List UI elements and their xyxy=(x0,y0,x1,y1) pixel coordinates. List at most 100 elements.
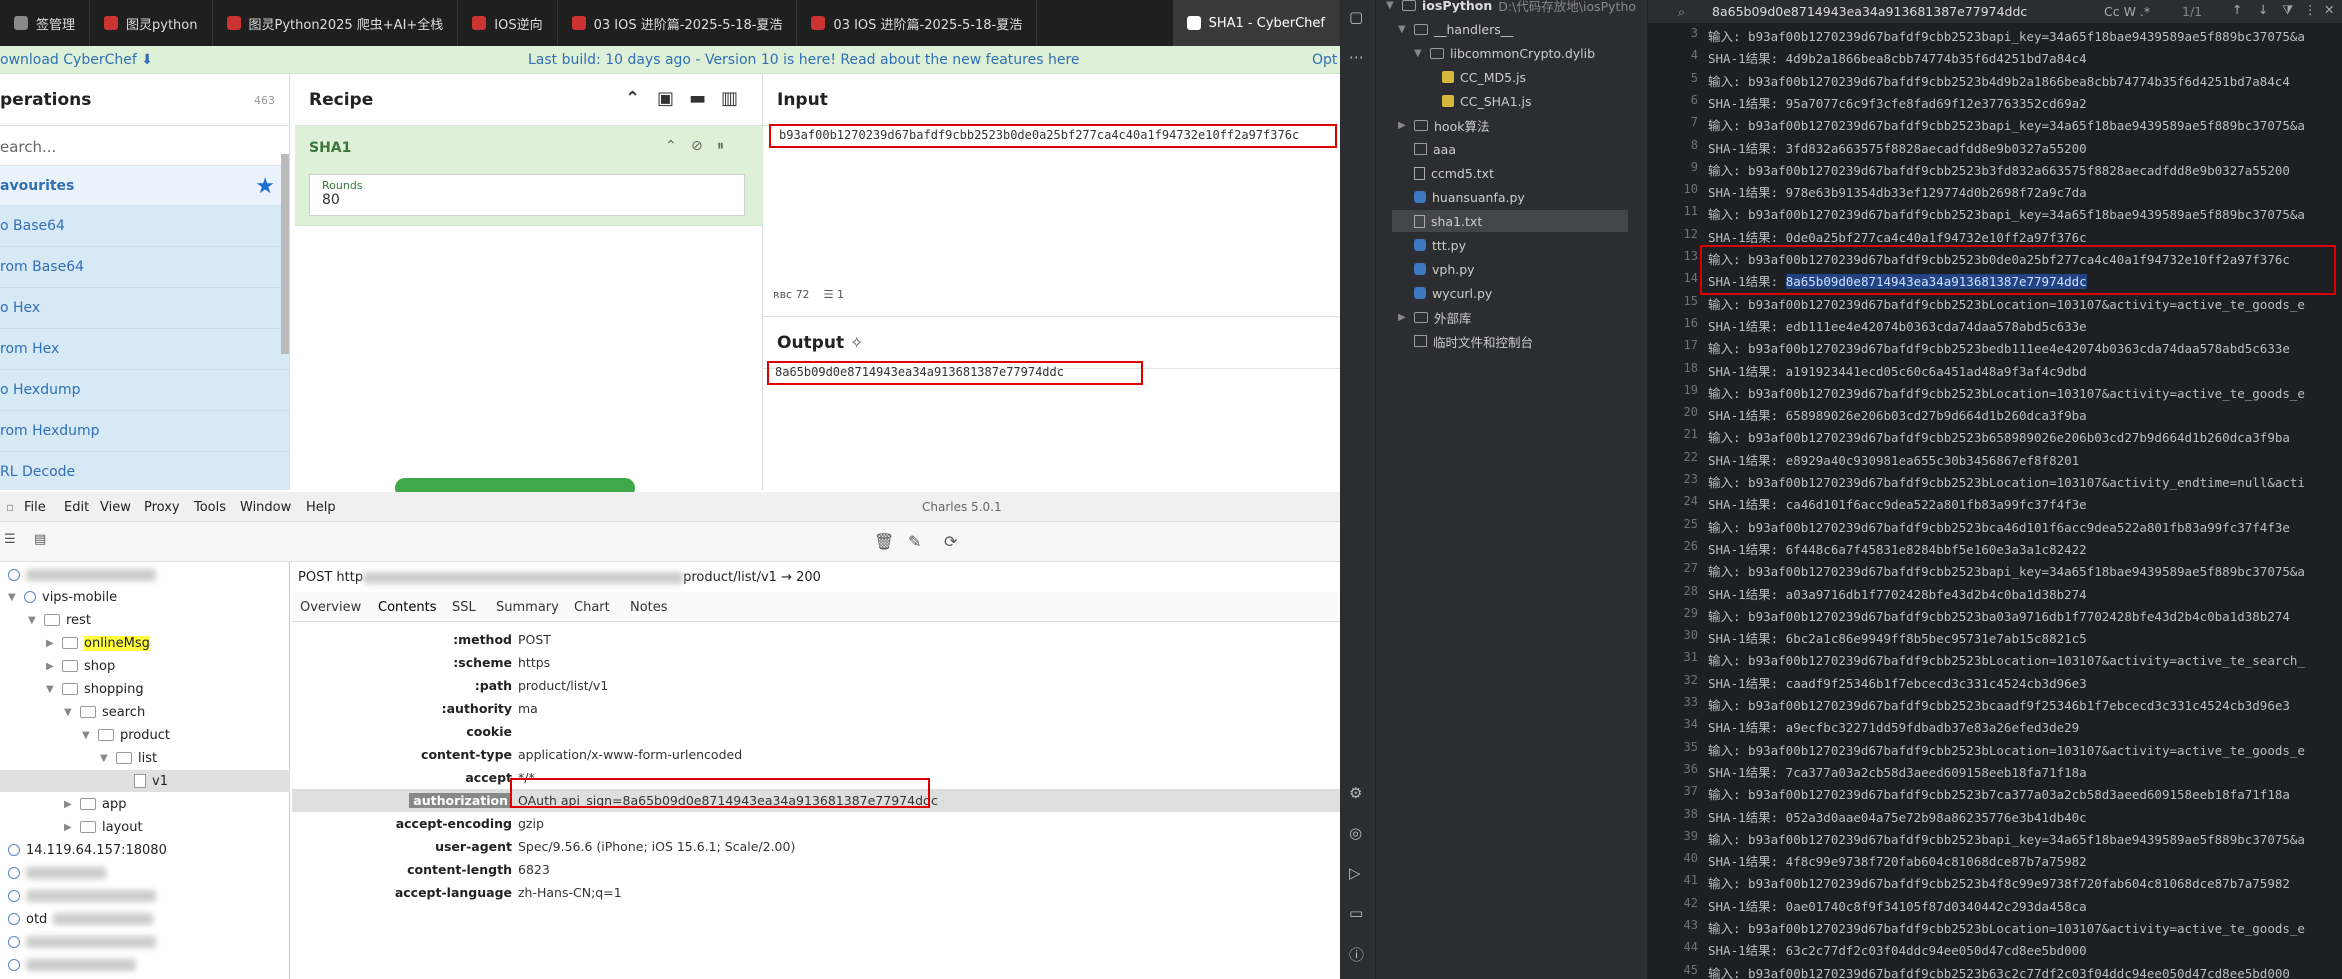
tree-vph[interactable]: vph.py xyxy=(1414,258,1475,280)
tree-hook[interactable]: ▶ hook算法 xyxy=(1398,114,1489,136)
problems-icon[interactable]: ⓘ xyxy=(1349,944,1364,965)
browser-tab[interactable]: SHA1 - CyberChef xyxy=(1172,0,1340,46)
tree-host-ip[interactable]: 14.119.64.157:18080 xyxy=(8,839,167,861)
find-options[interactable]: Cc W .* xyxy=(2104,4,2150,19)
more-icon[interactable]: ⋯ xyxy=(1349,48,1364,66)
browser-tab[interactable]: 图灵python xyxy=(90,0,213,46)
tab-contents[interactable]: Contents xyxy=(378,600,436,615)
header-row[interactable]: user-agent Spec/9.56.6 (iPhone; iOS 15.6.… xyxy=(292,835,1340,858)
header-row[interactable]: content-length 6823 xyxy=(292,858,1340,881)
operation-item[interactable]: o Base64 xyxy=(0,206,289,247)
tab-summary[interactable]: Summary xyxy=(496,600,559,615)
tree-host-vips-mobile[interactable]: ▼ vips-mobile xyxy=(8,586,117,608)
tree-ttt[interactable]: ttt.py xyxy=(1414,234,1466,256)
tab-notes[interactable]: Notes xyxy=(630,600,668,615)
pause-icon[interactable]: ⏸ xyxy=(717,138,724,154)
input-textarea[interactable]: b93af00b1270239d67bafdf9cbb2523b0de0a25b… xyxy=(769,124,1337,148)
tree-host-blurred-4[interactable] xyxy=(8,931,156,953)
header-row[interactable]: :scheme https xyxy=(292,651,1340,674)
ide-editor[interactable]: 输入: b93af00b1270239d67bafdf9cbb2523bapi_… xyxy=(1708,24,2342,979)
download-cyberchef-link[interactable]: ownload CyberChef ⬇ xyxy=(0,52,153,68)
tree-shopping[interactable]: ▼ shopping xyxy=(46,678,144,700)
tree-product[interactable]: ▼ product xyxy=(82,724,170,746)
tree-v1[interactable]: v1 xyxy=(0,770,290,792)
repeat-icon[interactable]: ⟳ xyxy=(944,532,957,551)
folder-icon[interactable]: ▬ xyxy=(689,88,706,109)
header-row[interactable]: cookie xyxy=(292,720,1340,743)
browser-tab[interactable]: 签管理 xyxy=(0,0,91,46)
edit-icon[interactable]: ✎ xyxy=(908,532,921,551)
tree-scratch[interactable]: 临时文件和控制台 xyxy=(1398,330,1533,352)
tree-md5js[interactable]: CC_MD5.js xyxy=(1442,66,1526,88)
tree-aaa[interactable]: aaa xyxy=(1414,138,1456,160)
tab-overview[interactable]: Overview xyxy=(300,600,361,615)
arrow-up-icon[interactable]: ↑ xyxy=(2232,2,2242,17)
tree-rest[interactable]: ▼ rest xyxy=(28,609,91,631)
menu-tools[interactable]: Tools xyxy=(194,500,226,515)
build-notice-link[interactable]: Last build: 10 days ago - Version 10 is … xyxy=(528,52,1080,68)
arrow-down-icon[interactable]: ↓ xyxy=(2258,2,2268,17)
tree-shop[interactable]: ▶ shop xyxy=(46,655,115,677)
browser-tab[interactable]: IOS逆向 xyxy=(458,0,558,46)
menu-view[interactable]: View xyxy=(100,500,131,515)
filter-icon[interactable]: ⧩ xyxy=(2282,2,2293,18)
rounds-field[interactable]: Rounds 80 xyxy=(309,174,745,216)
menu-file[interactable]: File xyxy=(24,500,46,515)
operation-item[interactable]: RL Decode xyxy=(0,452,289,490)
tab-chart[interactable]: Chart xyxy=(574,600,610,615)
disable-icon[interactable]: ⊘ xyxy=(691,138,703,154)
operation-item[interactable]: rom Base64 xyxy=(0,247,289,288)
browser-tab[interactable]: 图灵Python2025 爬虫+AI+全栈 xyxy=(213,0,459,46)
structure-view-icon[interactable]: ☰ xyxy=(4,532,16,547)
output-textarea[interactable]: 8a65b09d0e8714943ea34a913681387e77974ddc xyxy=(767,361,1143,385)
tree-host-blurred-5[interactable] xyxy=(8,954,136,976)
tree-layout[interactable]: ▶ layout xyxy=(64,816,143,838)
operation-item[interactable]: rom Hex xyxy=(0,329,289,370)
tree-app[interactable]: ▶ app xyxy=(64,793,126,815)
menu-edit[interactable]: Edit xyxy=(64,500,89,515)
recipe-operation-sha1[interactable]: SHA1 ⌃ ⊘ ⏸ Rounds 80 xyxy=(295,126,763,226)
header-row[interactable]: accept-language zh-Hans-CN;q=1 xyxy=(292,881,1340,904)
terminal-icon[interactable]: ▭ xyxy=(1349,904,1363,922)
tree-host-blurred[interactable] xyxy=(8,564,156,586)
sequence-view-icon[interactable]: ▤ xyxy=(34,532,46,547)
operations-search-input[interactable]: earch... xyxy=(0,126,289,166)
python-packages-icon[interactable]: ⚙ xyxy=(1349,784,1362,802)
services-icon[interactable]: ▷ xyxy=(1349,864,1361,882)
browser-tab[interactable]: 03 IOS 进阶篇-2025-5-18-夏浩 xyxy=(797,0,1038,46)
tree-sha1js[interactable]: CC_SHA1.js xyxy=(1442,90,1532,112)
close-icon[interactable]: ✕ xyxy=(2324,2,2334,17)
find-input[interactable]: 8a65b09d0e8714943ea34a913681387e77974ddc xyxy=(1712,4,2027,19)
favourites-category[interactable]: avourites ★ xyxy=(0,166,289,206)
tree-wycurl[interactable]: wycurl.py xyxy=(1414,282,1492,304)
menu-window[interactable]: Window xyxy=(240,500,291,515)
operation-item[interactable]: o Hexdump xyxy=(0,370,289,411)
tree-host-blurred-3[interactable] xyxy=(8,885,156,907)
tree-external[interactable]: ▶ 外部库 xyxy=(1398,306,1472,328)
save-icon[interactable]: ▣ xyxy=(657,88,674,109)
tree-search[interactable]: ▼ search xyxy=(64,701,145,723)
operations-scrollbar[interactable] xyxy=(281,154,289,354)
operation-item[interactable]: rom Hexdump xyxy=(0,411,289,452)
trash-icon[interactable]: 🗑 xyxy=(874,532,894,551)
project-view-icon[interactable]: ▢ xyxy=(1349,8,1363,26)
tree-handlers[interactable]: ▼ __handlers__ xyxy=(1398,18,1513,40)
chevron-up-icon[interactable]: ⌃ xyxy=(625,88,640,109)
header-row[interactable]: :authority ma xyxy=(292,697,1340,720)
menu-proxy[interactable]: Proxy xyxy=(144,500,180,515)
tree-ccmd5[interactable]: ccmd5.txt xyxy=(1414,162,1494,184)
header-row[interactable]: content-type application/x-www-form-urlen… xyxy=(292,743,1340,766)
browser-tab[interactable]: 03 IOS 进阶篇-2025-5-18-夏浩 xyxy=(558,0,798,46)
tab-ssl[interactable]: SSL xyxy=(452,600,476,615)
header-row[interactable]: :method POST xyxy=(292,628,1340,651)
options-link[interactable]: Opt xyxy=(1312,52,1337,68)
operation-item[interactable]: o Hex xyxy=(0,288,289,329)
chevron-up-icon[interactable]: ⌃ xyxy=(665,138,677,154)
header-row[interactable]: accept-encoding gzip xyxy=(292,812,1340,835)
tree-dylib[interactable]: ▼ libcommonCrypto.dylib xyxy=(1414,42,1595,64)
tree-sha1txt[interactable]: sha1.txt xyxy=(1392,210,1628,232)
more-icon[interactable]: ⋮ xyxy=(2304,2,2317,17)
tree-huansuanfa[interactable]: huansuanfa.py xyxy=(1414,186,1525,208)
project-root[interactable]: ▼ iosPython D:\代码存放地\iosPytho xyxy=(1386,0,1636,16)
tree-list[interactable]: ▼ list xyxy=(100,747,157,769)
